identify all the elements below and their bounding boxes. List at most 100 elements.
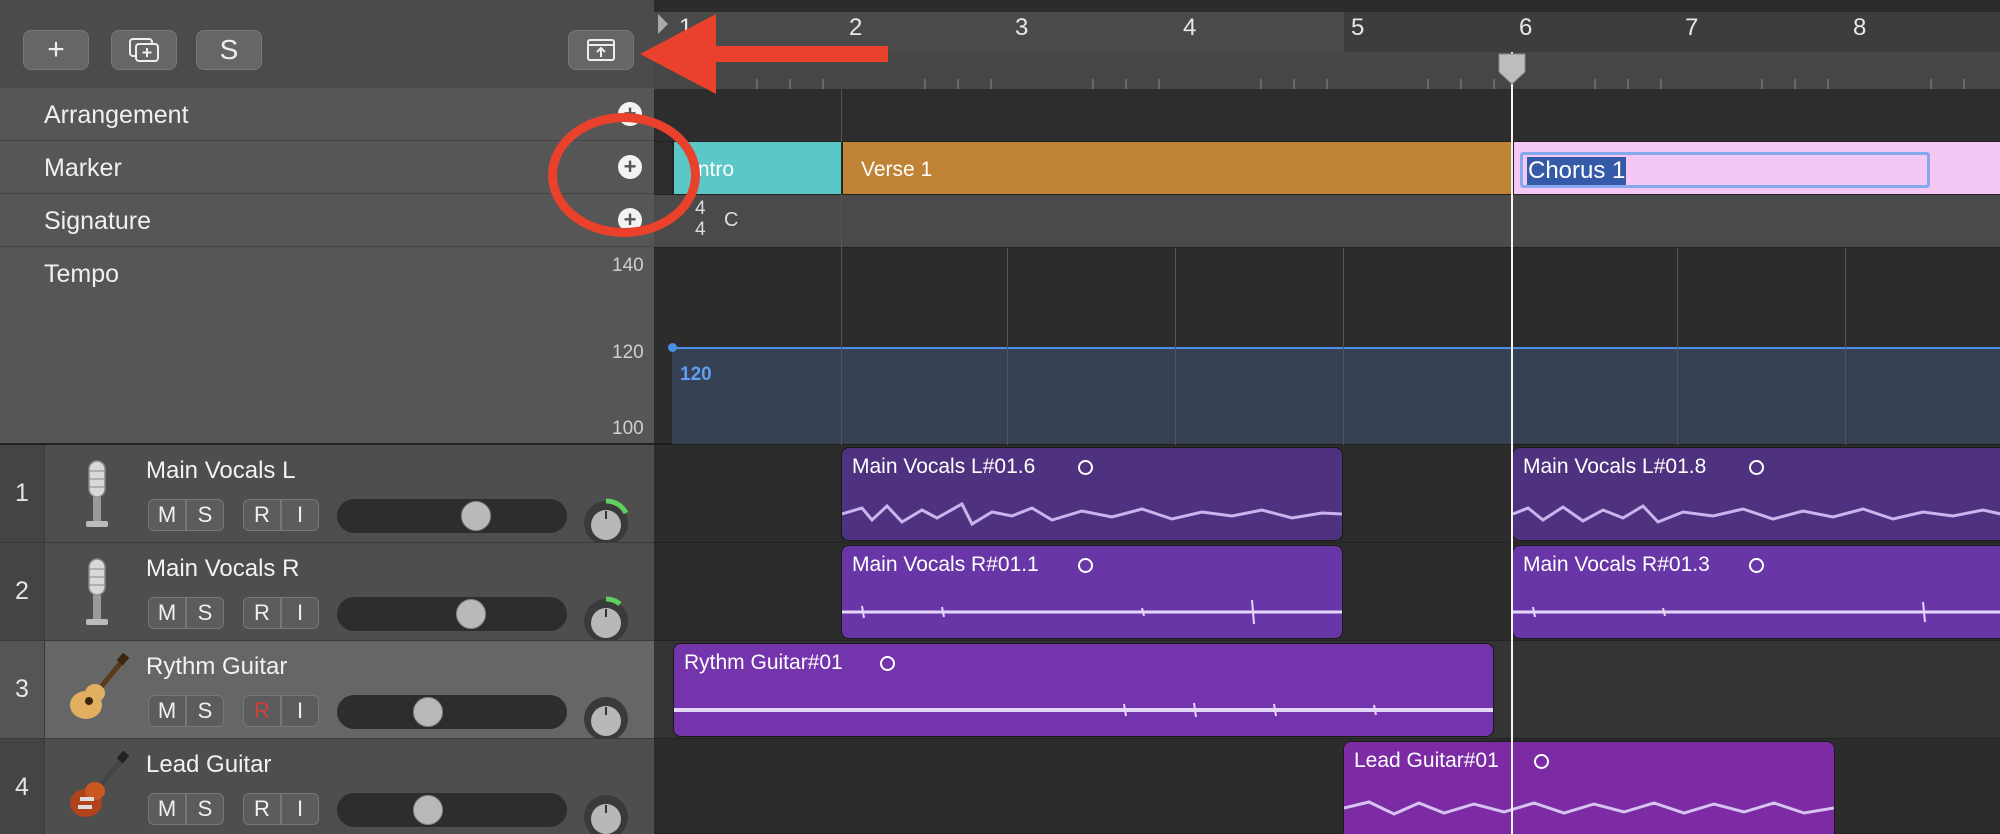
playhead-line[interactable] xyxy=(1511,52,1513,834)
tempo-label: Tempo xyxy=(44,260,120,288)
audio-region[interactable]: Main Vocals R#01.1 xyxy=(841,545,1343,639)
solo-button[interactable]: S xyxy=(186,499,224,531)
microphone-icon xyxy=(86,558,108,625)
record-enable-button[interactable]: R xyxy=(243,597,281,629)
mute-button[interactable]: M xyxy=(148,695,186,727)
audio-waveform xyxy=(842,501,1342,527)
bar-number: 5 xyxy=(1351,14,1365,41)
volume-slider-knob[interactable] xyxy=(413,697,443,727)
annotation-arrow-icon xyxy=(640,14,888,94)
duplicate-track-button[interactable] xyxy=(111,30,177,70)
mute-button[interactable]: M xyxy=(148,499,186,531)
input-monitor-button[interactable]: I xyxy=(281,793,319,825)
loop-icon xyxy=(1749,460,1764,475)
arrangement-lane[interactable] xyxy=(654,89,2000,142)
marker-label: Marker xyxy=(44,154,122,182)
global-tracks-icon xyxy=(587,39,615,61)
track-toolbar: + S xyxy=(0,0,654,89)
track-name: Lead Guitar xyxy=(146,751,272,778)
solo-label: S xyxy=(219,34,239,65)
bar-number: 6 xyxy=(1519,14,1533,41)
electric-guitar-icon xyxy=(70,751,130,817)
pan-knob[interactable] xyxy=(580,791,632,834)
time-signature-numerator: 4 xyxy=(695,198,706,219)
signature-lane[interactable]: 4 4 C xyxy=(654,195,2000,248)
audio-waveform xyxy=(842,599,1342,625)
volume-slider-knob[interactable] xyxy=(456,599,486,629)
tempo-line[interactable] xyxy=(672,347,2000,349)
annotation-circle xyxy=(548,113,700,237)
track-number: 2 xyxy=(0,543,45,640)
add-track-button[interactable]: + xyxy=(23,30,89,70)
playhead-handle-icon[interactable] xyxy=(1497,52,1527,86)
time-signature-denominator: 4 xyxy=(695,219,706,240)
marker-verse-1[interactable]: Verse 1 xyxy=(841,142,1512,194)
region-name: Main Vocals R#01.3 xyxy=(1523,553,1710,576)
record-enable-button[interactable]: R xyxy=(243,499,281,531)
audio-region[interactable]: Rythm Guitar#01 xyxy=(673,643,1494,737)
add-track-label: + xyxy=(47,33,65,66)
duplicate-track-icon xyxy=(129,38,159,62)
audio-waveform xyxy=(674,702,1493,718)
tempo-track-header[interactable]: Tempo 140 120 100 xyxy=(0,247,654,445)
mute-button[interactable]: M xyxy=(148,793,186,825)
tempo-point[interactable] xyxy=(668,343,677,352)
global-tracks-header: + S Arrangement + Marker + Signature + T… xyxy=(0,0,654,445)
solo-button[interactable]: S xyxy=(196,30,262,70)
audio-waveform xyxy=(1513,601,2000,623)
arrangement-label: Arrangement xyxy=(44,101,189,129)
volume-slider[interactable] xyxy=(337,695,567,729)
volume-slider-knob[interactable] xyxy=(461,501,491,531)
loop-icon xyxy=(1534,754,1549,769)
track-header-4[interactable]: 4 Lead Guitar M S R I xyxy=(0,739,654,834)
record-enable-button[interactable]: R xyxy=(243,793,281,825)
record-enable-button[interactable]: R xyxy=(243,695,281,727)
tempo-scale-max: 140 xyxy=(612,255,644,276)
arrangement-track-header[interactable]: Arrangement + xyxy=(0,88,654,141)
mute-button[interactable]: M xyxy=(148,597,186,629)
volume-slider[interactable] xyxy=(337,499,567,533)
audio-waveform xyxy=(1344,800,1834,816)
loop-icon xyxy=(880,656,895,671)
microphone-icon xyxy=(86,460,108,527)
volume-slider-knob[interactable] xyxy=(413,795,443,825)
track-header-3[interactable]: 3 Rythm Guitar M S R I xyxy=(0,641,654,741)
tempo-scale-mid: 120 xyxy=(612,342,644,363)
track-number: 3 xyxy=(0,641,45,738)
audio-region[interactable]: Main Vocals R#01.3 xyxy=(1512,545,2000,639)
solo-button[interactable]: S xyxy=(186,695,224,727)
acoustic-guitar-icon xyxy=(70,653,130,719)
marker-name-field[interactable]: Chorus 1 xyxy=(1520,152,1930,188)
tracks-area[interactable]: 1 2 3 4 5 6 7 8 4 4 C 120 Intro Verse 1 … xyxy=(654,0,2000,834)
region-name: Main Vocals R#01.1 xyxy=(852,553,1039,576)
audio-region[interactable]: Main Vocals L#01.8 xyxy=(1512,447,2000,541)
pan-knob[interactable] xyxy=(580,693,632,745)
track-header-2[interactable]: 2 Main Vocals R M S R I xyxy=(0,543,654,643)
audio-region[interactable]: Main Vocals L#01.6 xyxy=(841,447,1343,541)
marker-name: Verse 1 xyxy=(861,158,933,181)
input-monitor-button[interactable]: I xyxy=(281,499,319,531)
loop-icon xyxy=(1078,460,1093,475)
pan-knob[interactable] xyxy=(580,595,632,647)
tempo-scale-min: 100 xyxy=(612,418,644,439)
signature-label: Signature xyxy=(44,207,152,235)
pan-knob[interactable] xyxy=(580,497,632,549)
bar-number: 7 xyxy=(1685,14,1699,41)
marker-name-selection: Chorus 1 xyxy=(1527,157,1627,185)
marker-chorus-1[interactable]: Chorus 1 xyxy=(1512,142,2000,194)
audio-region[interactable]: Lead Guitar#01 xyxy=(1343,741,1835,834)
logic-window: + S Arrangement + Marker + Signature + T… xyxy=(0,0,2000,834)
bar-number: 3 xyxy=(1015,14,1029,41)
region-name: Main Vocals L#01.6 xyxy=(852,455,1036,478)
volume-slider[interactable] xyxy=(337,793,567,827)
track-header-1[interactable]: 1 Main Vocals L M S R I xyxy=(0,445,654,545)
input-monitor-button[interactable]: I xyxy=(281,695,319,727)
global-tracks-button[interactable] xyxy=(568,30,634,70)
solo-button[interactable]: S xyxy=(186,597,224,629)
input-monitor-button[interactable]: I xyxy=(281,597,319,629)
solo-button[interactable]: S xyxy=(186,793,224,825)
key-signature: C xyxy=(724,209,739,231)
tempo-lane[interactable]: 120 xyxy=(654,248,2000,445)
volume-slider[interactable] xyxy=(337,597,567,631)
loop-icon xyxy=(1078,558,1093,573)
